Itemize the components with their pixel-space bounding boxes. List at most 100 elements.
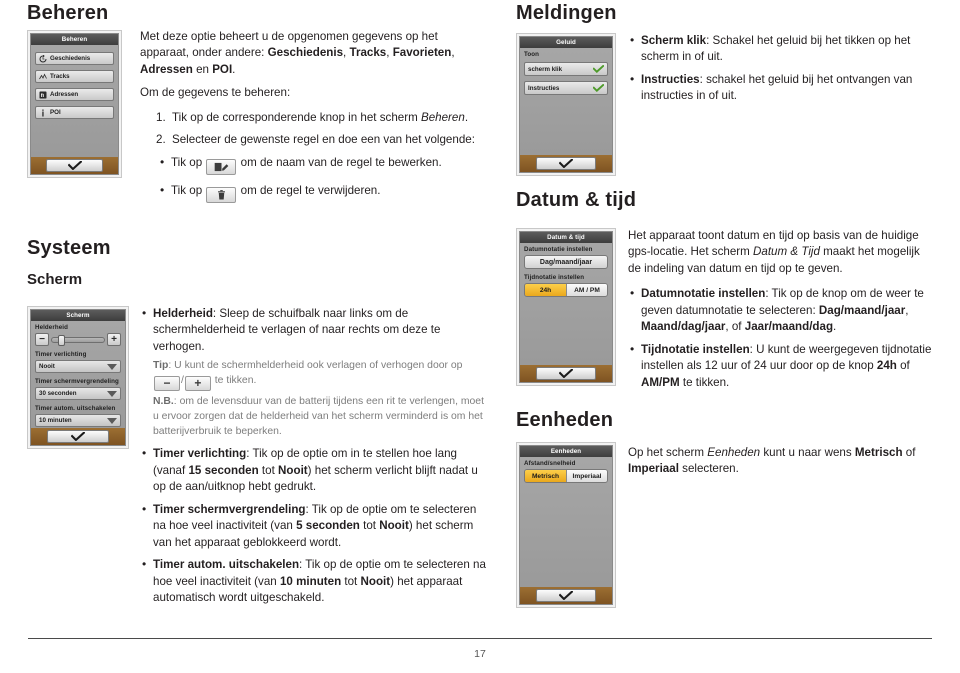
step-item: Selecteer de gewenste regel en doe een v… (156, 132, 488, 149)
text-bold: POI (212, 62, 233, 76)
segment-am-pm[interactable]: AM / PM (566, 284, 607, 296)
check-icon (71, 432, 85, 441)
text-run: en (192, 62, 213, 76)
device-ok-button[interactable] (46, 430, 110, 443)
plus-button[interactable]: + (107, 333, 121, 346)
section-title-eenheden: Eenheden (516, 409, 614, 431)
device-ok-button[interactable] (535, 157, 597, 170)
meldingen-copy: Scherm klik: Schakel het geluid bij het … (628, 32, 933, 111)
chevron-down-icon (107, 417, 117, 424)
bullet-helderheid: Helderheid: Sleep de schuifbalk naar lin… (140, 305, 488, 355)
edit-icon-button[interactable] (206, 158, 237, 175)
bullet-tijdnotatie: Tijdnotatie instellen: U kunt de weergeg… (628, 341, 933, 391)
device-titlebar: Eenheden (520, 446, 612, 457)
segment-imperiaal[interactable]: Imperiaal (566, 470, 607, 482)
sub-bullet-delete: Tik op om de regel te verwijderen. (158, 182, 488, 203)
datumnotatie-button[interactable]: Dag/maand/jaar (524, 255, 608, 269)
section-title-meldingen: Meldingen (516, 2, 617, 24)
edit-icon (214, 162, 229, 171)
minus-icon-button[interactable]: − (154, 376, 180, 392)
chevron-down-icon (107, 390, 117, 397)
device-mock-geluid: Geluid Toon scherm klik Instructies (516, 33, 616, 176)
segment-24h[interactable]: 24h (525, 284, 566, 296)
device-mock-beheren: Beheren Geschiedenis Tracks Adressen POI (27, 30, 122, 178)
text-bold: Maand/dag/jaar (641, 320, 726, 334)
timer-schermvergrendeling-label: Timer schermvergrendeling (35, 378, 119, 385)
device-ok-button[interactable] (45, 159, 104, 172)
text-italic: Eenheden (707, 446, 761, 459)
scherm-bullets-2: Timer verlichting: Tik op de optie om in… (140, 445, 488, 606)
device-row-label: Geschiedenis (50, 55, 91, 62)
device-row-label: POI (50, 109, 61, 116)
datumnotatie-label: Datumnotatie instellen (524, 246, 593, 253)
scherm-copy: Helderheid: Sleep de schuifbalk naar lin… (140, 305, 488, 613)
eenheden-copy: Op het scherm Eenheden kunt u naar wens … (628, 445, 933, 485)
beheren-copy: Met deze optie beheert u de opgenomen ge… (140, 29, 488, 211)
brightness-label: Helderheid (35, 324, 68, 331)
text-bold: 15 seconden (188, 463, 259, 477)
device-mock-scherm: Scherm Helderheid − + Timer verlichting … (27, 306, 129, 449)
footer-divider (28, 638, 932, 639)
beheren-subintro: Om de gegevens te beheren: (140, 86, 291, 100)
text-bold: AM/PM (641, 375, 680, 389)
text-bold: Favorieten (392, 46, 452, 60)
check-icon (559, 369, 573, 378)
device-row-geschiedenis[interactable]: Geschiedenis (35, 52, 114, 65)
segment-metrisch[interactable]: Metrisch (525, 470, 566, 482)
text-run: Tik op de corresponderende knop in het s… (172, 110, 421, 124)
device-ok-button[interactable] (535, 589, 597, 602)
device-mock-datum-tijd: Datum & tijd Datumnotatie instellen Dag/… (516, 228, 616, 386)
datum-tijd-intro: Het apparaat toont datum en tijd op basi… (628, 228, 933, 277)
text-run: om de regel te verwijderen. (240, 183, 381, 197)
text-run: . (464, 110, 469, 124)
device-row-scherm-klik[interactable]: scherm klik (524, 62, 608, 76)
section-title-systeem: Systeem (27, 237, 111, 259)
device-footer (520, 155, 612, 172)
plus-icon: + (194, 376, 202, 391)
beheren-steps: Tik op de corresponderende knop in het s… (156, 110, 488, 149)
timer-verlichting-dropdown[interactable]: Nooit (35, 360, 121, 373)
text-bold: Geschiedenis (267, 46, 344, 60)
text-bold: Dag/maand/jaar (818, 303, 906, 317)
text-italic: Beheren (420, 110, 465, 124)
eenheden-paragraph: Op het scherm Eenheden kunt u naar wens … (628, 445, 933, 478)
device-row-label: Instructies (528, 84, 560, 92)
text-bold: Helderheid (153, 307, 213, 320)
text-bold: Tracks (349, 46, 387, 60)
eenheden-segmented-control: Metrisch Imperiaal (524, 469, 608, 483)
timer-schermvergrendeling-dropdown[interactable]: 30 seconden (35, 387, 121, 400)
timer-autom-uitschakelen-dropdown[interactable]: 10 minuten (35, 414, 121, 427)
device-row-poi[interactable]: POI (35, 106, 114, 119)
delete-icon-button[interactable] (206, 186, 237, 203)
text-run: tot (341, 574, 361, 588)
device-row-instructies[interactable]: Instructies (524, 81, 608, 95)
device-row-adressen[interactable]: Adressen (35, 88, 114, 101)
tijdnotatie-segmented-control: 24h AM / PM (524, 283, 608, 297)
subsection-title-scherm: Scherm (27, 271, 83, 288)
brightness-slider-track[interactable] (51, 334, 105, 346)
device-body: Datumnotatie instellen Dag/maand/jaar Ti… (520, 243, 612, 365)
device-titlebar: Datum & tijd (520, 232, 612, 243)
brightness-slider-knob[interactable] (58, 334, 66, 346)
text-bold: Instructies (641, 72, 700, 86)
dropdown-value: 10 minuten (39, 417, 72, 424)
device-mock-eenheden: Eenheden Afstand/snelheid Metrisch Imper… (516, 442, 616, 608)
text-run: , (451, 46, 455, 60)
device-ok-button[interactable] (535, 367, 597, 380)
text-bold: Timer verlichting (153, 447, 247, 461)
text-run: om de naam van de regel te bewerken. (240, 155, 442, 169)
plus-icon-button[interactable]: + (184, 376, 211, 392)
text-run: Tik op (171, 155, 203, 169)
dropdown-value: 30 seconden (39, 390, 77, 397)
device-body: Helderheid − + Timer verlichting Nooit T… (31, 321, 125, 428)
minus-button[interactable]: − (35, 333, 49, 346)
beheren-sub-bullets: Tik op om de naam van de regel te bewerk… (158, 154, 488, 203)
device-body: Geschiedenis Tracks Adressen POI (31, 45, 118, 157)
text-run: selecteren. (678, 462, 739, 476)
text-bold: Tijdnotatie instellen (641, 342, 750, 356)
text-run: : U kunt de schermhelderheid ook verlage… (168, 360, 463, 372)
device-row-tracks[interactable]: Tracks (35, 70, 114, 83)
bullet-datumnotatie: Datumnotatie instellen: Tik op de knop o… (628, 285, 933, 335)
page-number: 17 (474, 648, 486, 660)
beheren-intro-paragraph: Met deze optie beheert u de opgenomen ge… (140, 29, 488, 78)
